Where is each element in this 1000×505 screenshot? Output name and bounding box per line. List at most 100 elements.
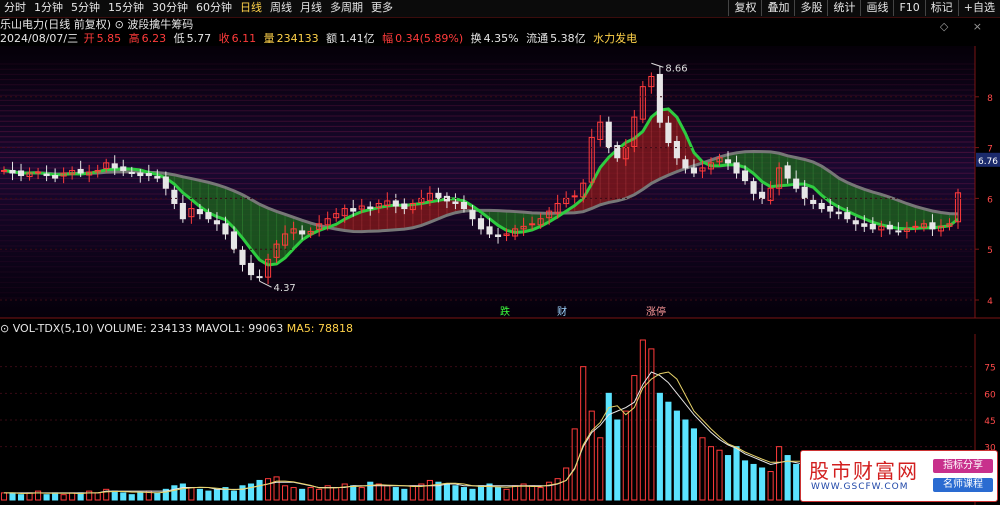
- tab-10[interactable]: 更多: [367, 1, 397, 15]
- volume-value: 234133: [276, 32, 319, 45]
- candle-body: [869, 223, 876, 230]
- volume-bar: [733, 446, 740, 501]
- volume-bar: [656, 392, 663, 501]
- volume-indicator-name[interactable]: VOL-TDX(5,10): [13, 322, 94, 335]
- candle-body: [162, 176, 169, 189]
- volume-bar: [137, 492, 144, 501]
- candle-body: [477, 218, 485, 230]
- event-marker[interactable]: 涨停: [646, 305, 666, 318]
- watermark-url: WWW.GSCFW.COM: [811, 482, 909, 492]
- volume-bar: [622, 410, 629, 501]
- candle-body: [469, 210, 476, 220]
- tab-0[interactable]: 分时: [0, 1, 30, 15]
- toolbar-button-0[interactable]: 复权: [728, 0, 761, 16]
- volume-indicator-icon[interactable]: ⊙: [0, 322, 9, 335]
- candle-body: [196, 209, 203, 215]
- volume-bar: [529, 485, 536, 501]
- stock-title[interactable]: 乐山电力(日线 前复权): [0, 18, 111, 31]
- candle-body: [605, 121, 612, 149]
- volume-bar: [60, 494, 67, 501]
- candle-body: [367, 206, 374, 210]
- volume-bar: [358, 487, 365, 501]
- volume-bar: [0, 492, 8, 501]
- open-label: 开: [83, 32, 95, 45]
- tab-1[interactable]: 1分钟: [30, 1, 67, 15]
- float-label: 流通: [526, 32, 549, 45]
- volume-bar: [580, 366, 587, 501]
- volume-bar: [375, 483, 382, 501]
- close-icon[interactable]: ×: [973, 20, 982, 33]
- tab-4[interactable]: 30分钟: [148, 1, 192, 15]
- volume-bar: [120, 492, 127, 501]
- volume-bar: [605, 392, 612, 501]
- high-label: 高: [128, 32, 140, 45]
- volume-bar: [690, 428, 698, 501]
- change-label: 幅: [382, 32, 394, 45]
- toolbar-button-2[interactable]: 多股: [794, 0, 827, 16]
- band-segment: [268, 208, 277, 265]
- tab-6[interactable]: 日线: [236, 1, 266, 15]
- band-segment: [634, 131, 643, 195]
- tab-3[interactable]: 15分钟: [104, 1, 148, 15]
- quote-date: 2024/08/07/三: [0, 32, 79, 45]
- band-segment: [864, 189, 873, 223]
- chart-canvas[interactable]: 87654 75604530 8.664.376.76跌财涨停: [0, 0, 1000, 505]
- candle-body: [886, 224, 893, 230]
- volume-bar: [256, 479, 263, 501]
- low-value: 5.77: [186, 32, 212, 45]
- volume-bar: [537, 487, 544, 501]
- tab-5[interactable]: 60分钟: [192, 1, 236, 15]
- tab-9[interactable]: 多周期: [326, 1, 367, 15]
- volume-bar: [750, 463, 757, 501]
- price-tick-label: 4: [987, 297, 993, 307]
- volume-bar: [741, 460, 749, 501]
- volume-bar: [179, 483, 186, 501]
- candle-body: [460, 201, 468, 210]
- toolbar-button-5[interactable]: F10: [893, 0, 924, 16]
- toolbar-button-4[interactable]: 画线: [860, 0, 893, 16]
- event-marker[interactable]: 财: [557, 305, 567, 318]
- toolbar-button-3[interactable]: 统计: [827, 0, 860, 16]
- open-value: 5.85: [96, 32, 122, 45]
- toolbar-button-7[interactable]: +自选: [957, 0, 1000, 16]
- volume-bar: [512, 485, 519, 501]
- volume-bar: [282, 485, 289, 501]
- toolbar-button-1[interactable]: 叠加: [761, 0, 794, 16]
- ma5-value: MA5: 78818: [286, 322, 354, 335]
- toolbar-button-6[interactable]: 标记: [924, 0, 958, 16]
- indicator-toggle-icon[interactable]: ⊙: [115, 18, 124, 31]
- float-value: 5.38亿: [550, 32, 586, 45]
- candle-body: [571, 195, 578, 198]
- candle-body: [929, 222, 936, 230]
- band-segment: [872, 192, 882, 225]
- volume-bar: [776, 446, 783, 501]
- high-value: 6.23: [141, 32, 167, 45]
- volume-bar: [43, 494, 50, 501]
- volume-bar: [588, 410, 595, 501]
- candle-body: [35, 171, 42, 174]
- volume-bar: [673, 410, 680, 501]
- candle-body: [230, 231, 238, 250]
- volume-bar: [290, 487, 297, 501]
- diamond-icon[interactable]: ◇: [940, 20, 948, 33]
- volume-current: VOLUME: 234133: [96, 322, 193, 335]
- sector-label[interactable]: 水力发电: [593, 32, 637, 45]
- candle-body: [0, 169, 8, 172]
- candle-body: [171, 189, 178, 204]
- volume-bar: [460, 487, 468, 501]
- volume-bar: [333, 487, 340, 501]
- candle-body: [665, 122, 672, 144]
- band-segment: [276, 211, 286, 264]
- indicator-name[interactable]: 波段擒牛筹码: [127, 18, 193, 31]
- tab-7[interactable]: 周线: [266, 1, 296, 15]
- tab-2[interactable]: 5分钟: [67, 1, 104, 15]
- volume-tick-label: 45: [984, 417, 995, 427]
- tab-8[interactable]: 月线: [296, 1, 326, 15]
- band-segment: [881, 194, 890, 227]
- event-marker[interactable]: 跌: [500, 305, 510, 318]
- candle-body: [111, 163, 118, 169]
- candle-body: [128, 171, 135, 174]
- candle-body: [452, 201, 459, 204]
- candle-body: [120, 166, 127, 171]
- volume-bar: [273, 476, 280, 501]
